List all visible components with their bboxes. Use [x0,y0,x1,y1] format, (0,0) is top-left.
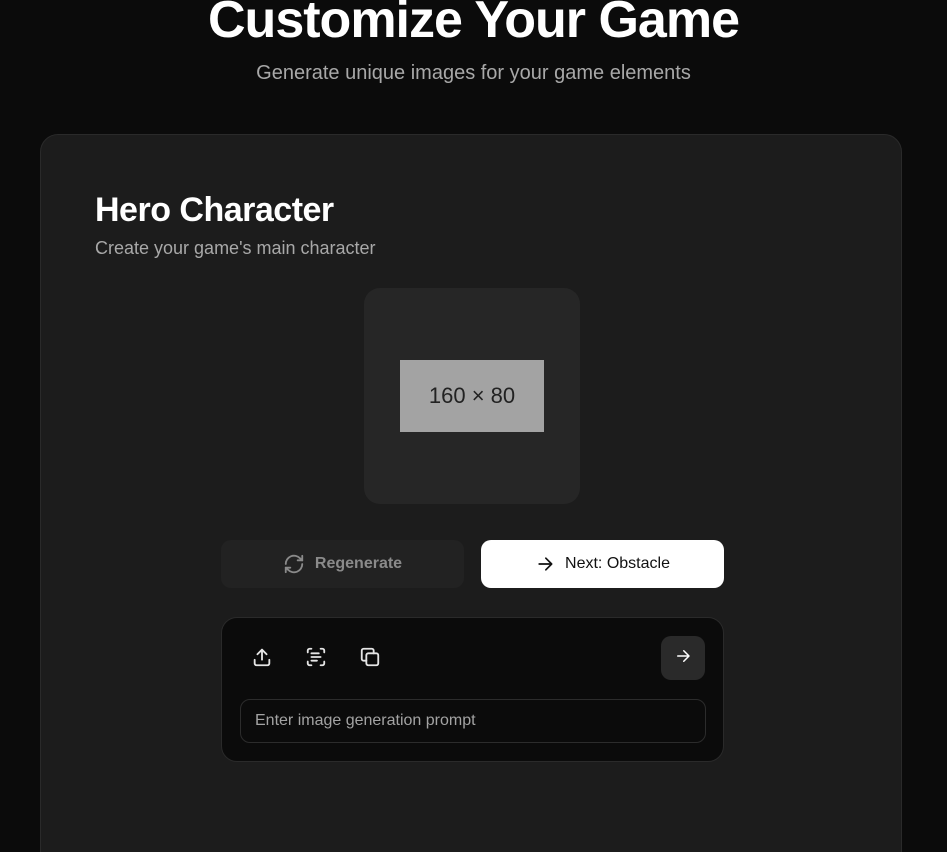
page: Customize Your Game Generate unique imag… [0,0,947,852]
prompt-input[interactable] [240,699,706,743]
regenerate-button[interactable]: Regenerate [221,540,464,588]
upload-icon[interactable] [249,644,275,670]
refresh-icon [283,553,305,575]
prompt-panel [221,617,724,762]
scan-text-icon[interactable] [303,644,329,670]
page-title: Customize Your Game [208,0,740,49]
image-preview: 160 × 80 [364,288,580,504]
arrow-right-icon [674,647,692,670]
next-obstacle-button[interactable]: Next: Obstacle [481,540,724,588]
copy-icon[interactable] [357,644,383,670]
hero-character-card: Hero Character Create your game's main c… [40,134,902,852]
arrow-right-icon [535,554,555,574]
placeholder-image: 160 × 80 [400,360,544,432]
next-label: Next: Obstacle [565,555,670,572]
card-subtitle: Create your game's main character [95,238,376,258]
regenerate-label: Regenerate [314,555,403,572]
card-title: Hero Character [95,191,334,229]
send-prompt-button[interactable] [661,636,705,680]
page-subtitle: Generate unique images for your game ele… [256,62,691,84]
